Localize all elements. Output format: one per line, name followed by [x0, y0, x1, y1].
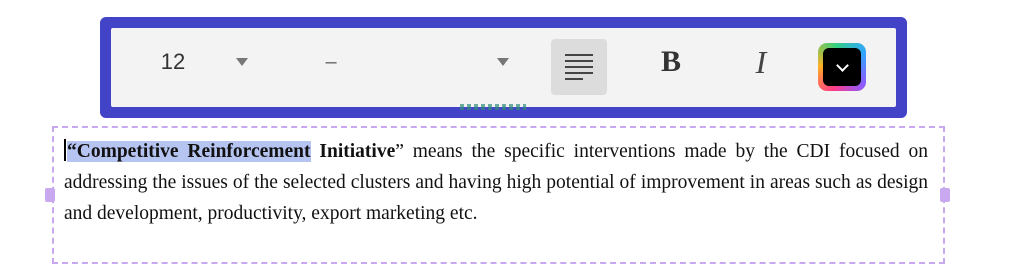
- color-swatch: [823, 48, 861, 86]
- open-quote: “: [67, 141, 77, 162]
- formatting-toolbar: 12 – B I: [100, 17, 907, 118]
- chevron-down-icon: [835, 58, 849, 72]
- paragraph[interactable]: “Competitive Reinforcement Initiative” m…: [64, 136, 928, 229]
- align-line: [565, 54, 593, 56]
- resize-handle-right[interactable]: [940, 188, 950, 202]
- color-picker-button[interactable]: [818, 43, 866, 91]
- font-family-chevron-down-icon[interactable]: [497, 58, 509, 66]
- resize-handle-left[interactable]: [45, 188, 55, 202]
- align-line: [565, 78, 583, 80]
- close-quote: ”: [395, 141, 404, 162]
- font-size-select[interactable]: 12: [153, 28, 193, 96]
- bold-button[interactable]: B: [651, 28, 691, 96]
- text-cursor: [64, 139, 66, 161]
- align-line: [565, 60, 593, 62]
- align-line: [565, 66, 593, 68]
- align-left-icon[interactable]: [551, 39, 607, 95]
- font-size-chevron-down-icon[interactable]: [236, 58, 248, 66]
- align-line: [565, 72, 593, 74]
- selected-text: Competitive Reinforcement: [76, 141, 311, 162]
- italic-button[interactable]: I: [741, 28, 781, 96]
- toolbar-body: 12 – B I: [111, 28, 896, 107]
- occluded-content: [460, 104, 526, 110]
- bold-text: Initiative: [310, 141, 396, 162]
- font-family-select[interactable]: –: [321, 28, 341, 96]
